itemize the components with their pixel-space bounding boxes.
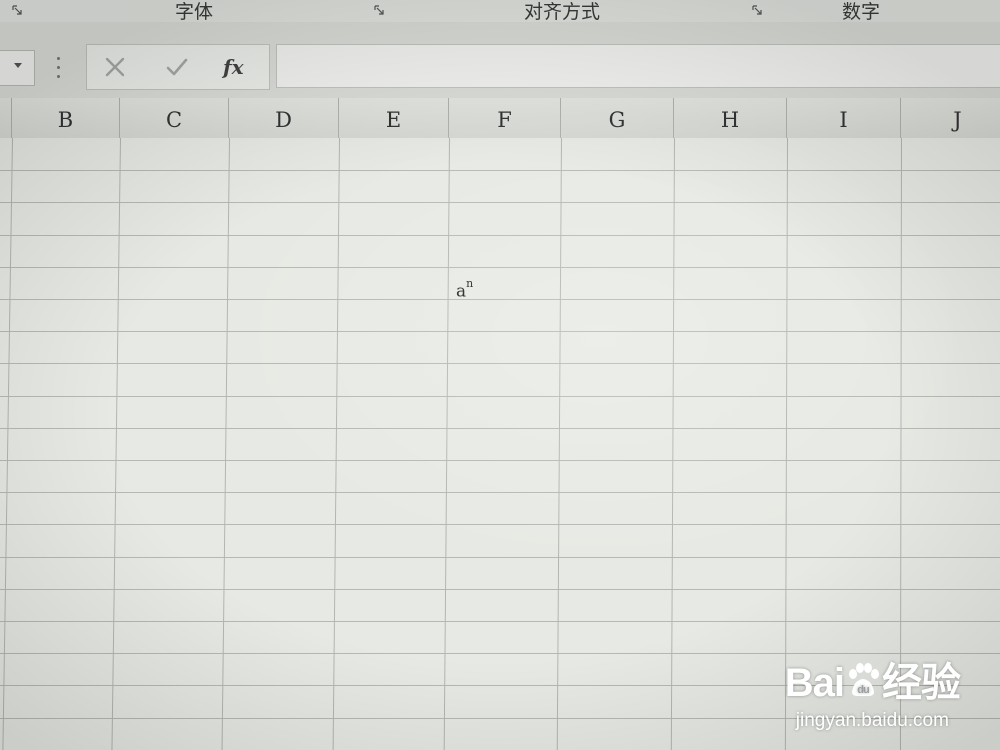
font-group-label: 字体 bbox=[175, 1, 214, 23]
formula-bar: fx bbox=[0, 22, 1000, 98]
formula-buttons: fx bbox=[86, 44, 270, 90]
column-gridline bbox=[556, 138, 562, 750]
column-header-i[interactable]: I bbox=[787, 98, 901, 138]
grip-handle-icon[interactable] bbox=[55, 57, 61, 81]
column-header-d[interactable]: D bbox=[229, 98, 339, 138]
formula-input[interactable] bbox=[276, 44, 1000, 88]
column-header-partial[interactable] bbox=[0, 98, 12, 138]
baidu-jingyan-watermark: Bai du 经验 jingyan.baidu.com bbox=[785, 650, 961, 732]
name-box[interactable] bbox=[0, 50, 35, 86]
row-gridline bbox=[0, 460, 1000, 461]
number-group-label: 数字 bbox=[842, 1, 881, 23]
column-headers: B C D E F G H I J bbox=[0, 98, 1000, 139]
row-gridline bbox=[0, 621, 1000, 622]
cancel-icon[interactable] bbox=[101, 53, 129, 81]
column-header-h[interactable]: H bbox=[674, 98, 787, 138]
paw-icon: du bbox=[846, 662, 880, 708]
row-gridline bbox=[0, 589, 1000, 590]
row-gridline bbox=[0, 557, 1000, 558]
chevron-down-icon[interactable] bbox=[14, 63, 22, 68]
column-gridline bbox=[670, 138, 675, 750]
svg-text:du: du bbox=[857, 684, 869, 696]
row-gridline bbox=[0, 396, 1000, 397]
row-gridline bbox=[0, 170, 1000, 171]
column-gridline bbox=[2, 138, 13, 750]
alignment-dialog-launcher-icon[interactable] bbox=[752, 5, 762, 15]
column-gridline bbox=[332, 138, 340, 750]
column-header-j[interactable]: J bbox=[901, 98, 1000, 138]
insert-function-button[interactable]: fx bbox=[223, 53, 257, 81]
column-header-e[interactable]: E bbox=[339, 98, 449, 138]
cell-superscript-text: n bbox=[466, 277, 474, 290]
enter-check-icon[interactable] bbox=[163, 53, 191, 81]
row-gridline bbox=[0, 331, 1000, 332]
column-header-f[interactable]: F bbox=[449, 98, 561, 138]
dialog-launcher-icon[interactable] bbox=[12, 5, 22, 15]
row-gridline bbox=[0, 492, 1000, 493]
column-gridline bbox=[111, 138, 121, 750]
column-header-c[interactable]: C bbox=[120, 98, 229, 138]
row-gridline bbox=[0, 363, 1000, 364]
column-gridline bbox=[443, 138, 450, 750]
font-dialog-launcher-icon[interactable] bbox=[374, 5, 384, 15]
column-gridline bbox=[221, 138, 230, 750]
ribbon-group-labels: 字体 对齐方式 数字 bbox=[0, 0, 1000, 23]
row-gridline bbox=[0, 202, 1000, 203]
row-gridline bbox=[0, 428, 1000, 429]
column-header-g[interactable]: G bbox=[561, 98, 674, 138]
row-gridline bbox=[0, 235, 1000, 236]
row-gridline bbox=[0, 299, 1000, 300]
alignment-group-label: 对齐方式 bbox=[524, 1, 601, 23]
row-gridline bbox=[0, 524, 1000, 525]
watermark-url: jingyan.baidu.com bbox=[795, 710, 949, 731]
column-header-b[interactable]: B bbox=[12, 98, 120, 138]
watermark-logo: Bai du 经验 bbox=[785, 650, 961, 708]
row-gridline bbox=[0, 267, 1000, 268]
